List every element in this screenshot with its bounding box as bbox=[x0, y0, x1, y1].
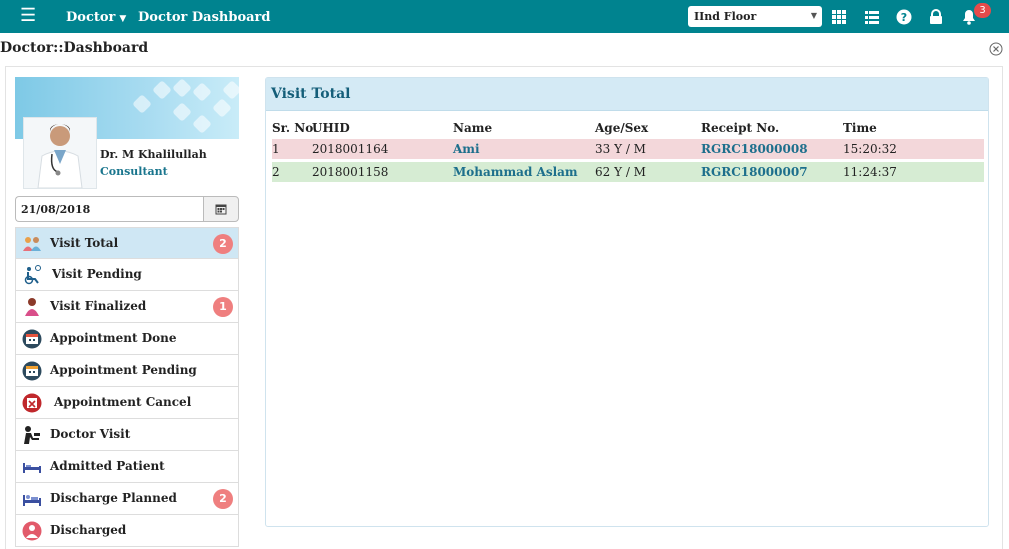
sidebar-item-admitted-patient[interactable]: Admitted Patient bbox=[15, 451, 239, 483]
floor-select-value: IInd Floor bbox=[694, 10, 757, 23]
doctor-role: Consultant bbox=[100, 165, 168, 178]
app-title: Doctor Dashboard bbox=[138, 10, 271, 25]
sidebar-item-label: Visit Pending bbox=[52, 267, 142, 281]
top-navbar: ☰ Doctor ▼ Doctor Dashboard IInd Floor ▼ … bbox=[0, 0, 1009, 33]
receipt-link[interactable]: RGRC18000007 bbox=[701, 165, 808, 179]
visit-total-panel: Visit Total Sr. No. UHID Name Age/Sex Re… bbox=[265, 77, 989, 527]
cell-sr-no: 1 bbox=[272, 142, 280, 156]
count-badge: 2 bbox=[213, 489, 233, 509]
list-view-icon[interactable] bbox=[864, 9, 880, 25]
notification-count-badge: 3 bbox=[974, 3, 991, 18]
date-input[interactable]: 21/08/2018 bbox=[15, 196, 203, 222]
group-icon bbox=[23, 237, 41, 251]
sidebar-item-appointment-cancel[interactable]: Appointment Cancel bbox=[15, 387, 239, 419]
table-row[interactable]: 2 2018001158 Mohammad Aslam 62 Y / M RGR… bbox=[272, 162, 984, 182]
column-header-sr-no: Sr. No. bbox=[272, 121, 318, 135]
calendar-icon bbox=[215, 204, 227, 215]
grid-apps-icon[interactable] bbox=[831, 9, 847, 25]
sidebar-item-label: Visit Finalized bbox=[50, 299, 147, 313]
sidebar-item-label: Appointment Done bbox=[50, 331, 177, 345]
sidebar-item-label: Appointment Cancel bbox=[54, 395, 192, 409]
doctor-menu-label: Doctor bbox=[66, 10, 116, 25]
column-header-name: Name bbox=[453, 121, 493, 135]
chevron-down-icon: ▼ bbox=[810, 10, 817, 20]
close-icon[interactable] bbox=[989, 42, 1003, 56]
sidebar-item-appointment-done[interactable]: Appointment Done bbox=[15, 323, 239, 355]
patient-icon bbox=[25, 298, 39, 316]
cell-time: 15:20:32 bbox=[843, 142, 897, 156]
help-icon[interactable]: ? bbox=[896, 9, 912, 25]
bed-planned-icon bbox=[23, 495, 41, 506]
sidebar-item-label: Appointment Pending bbox=[50, 363, 197, 377]
count-badge: 2 bbox=[213, 234, 233, 254]
floor-select[interactable]: IInd Floor ▼ bbox=[688, 6, 822, 27]
page-title: Doctor::Dashboard bbox=[0, 40, 149, 56]
sidebar-item-visit-total[interactable]: Visit Total 2 bbox=[15, 227, 239, 259]
receipt-link[interactable]: RGRC18000008 bbox=[701, 142, 808, 156]
sidebar-item-label: Admitted Patient bbox=[50, 459, 165, 473]
sidebar-item-label: Doctor Visit bbox=[50, 427, 131, 441]
calendar-button[interactable] bbox=[203, 196, 239, 222]
sidebar-nav: Visit Total 2 Visit Pending Visit Finali… bbox=[15, 227, 239, 549]
panel-title: Visit Total bbox=[271, 86, 351, 102]
sidebar-item-discharged[interactable]: Discharged bbox=[15, 515, 239, 547]
count-badge: 1 bbox=[213, 297, 233, 317]
doctor-name: Dr. M Khalilullah bbox=[100, 148, 207, 161]
calendar-cancel-icon bbox=[22, 393, 42, 413]
cell-uhid: 2018001164 bbox=[312, 142, 389, 156]
patient-name-link[interactable]: Mohammad Aslam bbox=[453, 165, 578, 179]
cell-age-sex: 33 Y / M bbox=[595, 142, 646, 156]
doctor-visit-icon bbox=[24, 426, 40, 444]
sidebar-item-appointment-pending[interactable]: Appointment Pending bbox=[15, 355, 239, 387]
sidebar-item-visit-finalized[interactable]: Visit Finalized 1 bbox=[15, 291, 239, 323]
column-header-receipt-no: Receipt No. bbox=[701, 121, 780, 135]
lock-icon[interactable] bbox=[928, 9, 944, 25]
discharged-icon bbox=[22, 521, 42, 541]
panel-header: Visit Total bbox=[266, 78, 988, 111]
cell-uhid: 2018001158 bbox=[312, 165, 389, 179]
sidebar-item-label: Discharged bbox=[50, 523, 127, 537]
cell-age-sex: 62 Y / M bbox=[595, 165, 646, 179]
table-row[interactable]: 1 2018001164 Ami 33 Y / M RGRC18000008 1… bbox=[272, 139, 984, 159]
sidebar-item-label: Discharge Planned bbox=[50, 491, 177, 505]
hamburger-menu-icon[interactable]: ☰ bbox=[20, 7, 36, 25]
column-header-time: Time bbox=[843, 121, 877, 135]
svg-text:?: ? bbox=[901, 11, 907, 24]
wheelchair-icon bbox=[24, 265, 41, 285]
sidebar-item-doctor-visit[interactable]: Doctor Visit bbox=[15, 419, 239, 451]
cell-time: 11:24:37 bbox=[843, 165, 897, 179]
doctor-menu-dropdown[interactable]: Doctor ▼ bbox=[66, 10, 126, 25]
calendar-check-icon bbox=[22, 329, 42, 349]
bed-icon bbox=[23, 463, 41, 473]
column-header-age-sex: Age/Sex bbox=[595, 121, 649, 135]
column-header-uhid: UHID bbox=[312, 121, 350, 135]
caret-down-icon: ▼ bbox=[119, 14, 127, 24]
patient-name-link[interactable]: Ami bbox=[453, 142, 480, 156]
cell-sr-no: 2 bbox=[272, 165, 280, 179]
sidebar-item-visit-pending[interactable]: Visit Pending bbox=[15, 259, 239, 291]
doctor-avatar bbox=[23, 117, 97, 189]
calendar-pending-icon bbox=[22, 361, 42, 381]
sidebar-item-label: Visit Total bbox=[50, 236, 119, 250]
sidebar-item-discharge-planned[interactable]: Discharge Planned 2 bbox=[15, 483, 239, 515]
